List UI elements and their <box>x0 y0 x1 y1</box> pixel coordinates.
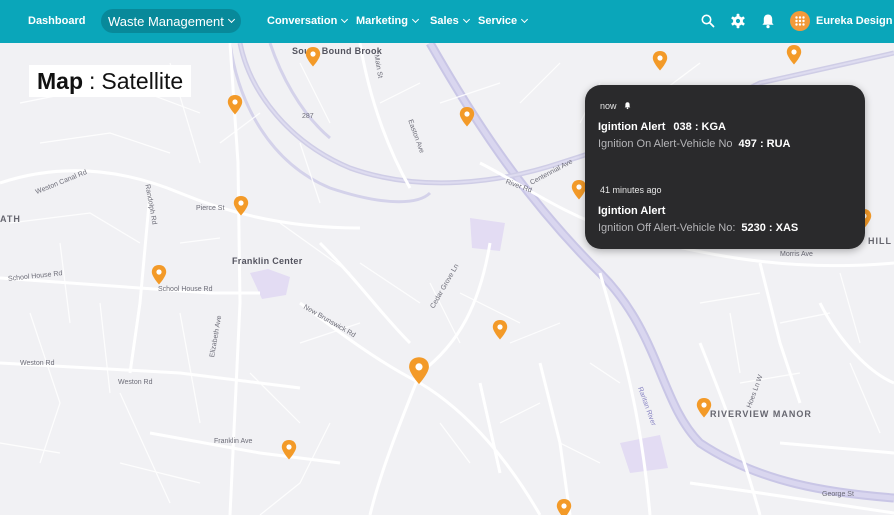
notification-item-title[interactable]: Igintion Alert 038 : KGA <box>598 121 726 133</box>
org-logo[interactable] <box>790 11 810 31</box>
map-label-george-st: George St <box>822 491 854 498</box>
map-title-separator: : <box>89 67 96 94</box>
map-label-school-house-2: School House Rd <box>158 286 213 293</box>
bottom-strip <box>0 515 894 520</box>
bell-icon[interactable] <box>759 12 777 30</box>
map-pin-icon[interactable] <box>305 47 321 67</box>
nav-service[interactable]: Service <box>478 15 529 27</box>
chevron-down-icon <box>411 15 420 24</box>
map-label-i287: 287 <box>302 113 314 120</box>
notification-detail-vehicle: 5230 : XAS <box>741 222 799 234</box>
map-mode-toggle[interactable]: Satellite <box>101 68 183 95</box>
map-pin-icon[interactable] <box>233 196 249 216</box>
notification-title: Igintion Alert <box>598 205 666 217</box>
nav-sales-label: Sales <box>430 15 459 27</box>
notification-title: Igintion Alert <box>598 121 666 133</box>
nav-conversation[interactable]: Conversation <box>267 15 349 27</box>
chevron-down-icon <box>521 15 529 24</box>
map-pin-selected-icon[interactable] <box>408 357 430 385</box>
map-label-weston-rd-2: Weston Rd <box>118 379 153 386</box>
chevron-down-icon <box>227 15 235 24</box>
nav-waste-management[interactable]: Waste Management <box>101 9 241 33</box>
notification-detail: Ignition Off Alert-Vehicle No: <box>598 222 736 234</box>
top-navigation-bar: Dashboard Waste Management Conversation … <box>0 0 894 43</box>
notification-time: now <box>600 101 617 111</box>
nav-service-label: Service <box>478 15 518 27</box>
map-pin-icon[interactable] <box>652 51 668 71</box>
chevron-down-icon <box>462 15 470 24</box>
nav-marketing[interactable]: Marketing <box>356 15 420 27</box>
notification-item-title[interactable]: Igintion Alert <box>598 205 665 217</box>
notification-vehicle-id: 038 : KGA <box>673 121 726 133</box>
nav-waste-management-label: Waste Management <box>108 13 224 29</box>
nav-sales[interactable]: Sales <box>430 15 470 27</box>
map-pin-icon[interactable] <box>492 320 508 340</box>
nav-dashboard[interactable]: Dashboard <box>28 15 85 27</box>
notification-detail: Ignition On Alert-Vehicle No <box>598 138 733 150</box>
search-icon[interactable] <box>699 12 717 30</box>
map-label-morris-ave: Morris Ave <box>780 251 813 258</box>
map-label-franklin-ave: Franklin Ave <box>214 438 253 445</box>
gear-icon[interactable] <box>729 12 747 30</box>
org-name[interactable]: Eureka Design <box>816 15 892 27</box>
nav-marketing-label: Marketing <box>356 15 408 27</box>
map-title-label: Map <box>37 67 83 94</box>
bell-icon <box>624 102 631 110</box>
nav-conversation-label: Conversation <box>267 15 338 27</box>
map-pin-icon[interactable] <box>696 398 712 418</box>
map-label-pierce-st: Pierce St <box>196 205 225 212</box>
map-pin-icon[interactable] <box>151 265 167 285</box>
chevron-down-icon <box>341 15 349 24</box>
notification-popup[interactable]: now Igintion Alert 038 : KGA Ignition On … <box>585 85 865 249</box>
map-label-weston-rd: Weston Rd <box>20 360 55 367</box>
map-pin-icon[interactable] <box>227 95 243 115</box>
map-pin-icon[interactable] <box>281 440 297 460</box>
map-label-ath: ATH <box>0 214 21 224</box>
notification-time: 41 minutes ago <box>600 185 662 195</box>
notification-item-detail: Ignition Off Alert-Vehicle No: 5230 : XAS <box>598 222 798 234</box>
notification-detail-vehicle: 497 : RUA <box>738 138 791 150</box>
map-title: Map : Satellite <box>29 65 192 97</box>
map-pin-icon[interactable] <box>459 107 475 127</box>
map-pin-icon[interactable] <box>786 45 802 65</box>
map-label-franklin-center: Franklin Center <box>232 256 303 266</box>
map-label-riverview-manor: RIVERVIEW MANOR <box>710 409 812 419</box>
map-pin-icon[interactable] <box>556 499 572 515</box>
map-label-hill: HILL <box>868 236 892 246</box>
notification-item-detail: Ignition On Alert-Vehicle No 497 : RUA <box>598 138 791 150</box>
